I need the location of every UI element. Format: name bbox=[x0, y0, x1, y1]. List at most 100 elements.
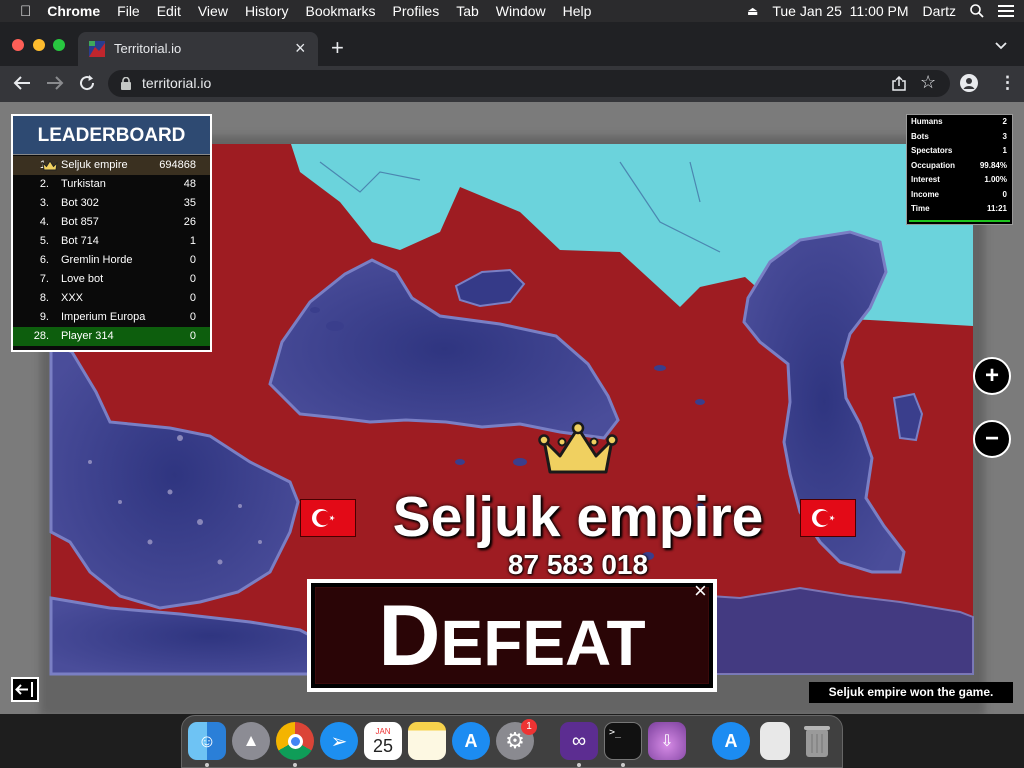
leaderboard-row[interactable]: 7. Love bot 0 bbox=[13, 270, 210, 289]
spotlight-search-icon[interactable] bbox=[970, 4, 984, 18]
app-store-icon[interactable]: A bbox=[712, 722, 750, 760]
menu-help[interactable]: Help bbox=[563, 3, 592, 19]
finder-icon[interactable]: ☺ bbox=[188, 722, 226, 760]
tab-search-chevron-icon[interactable] bbox=[995, 42, 1007, 50]
player-name: Bot 302 bbox=[61, 197, 99, 209]
player-name: Gremlin Horde bbox=[61, 254, 133, 266]
leaderboard-row[interactable]: 2. Turkistan 48 bbox=[13, 175, 210, 194]
player-score: 0 bbox=[189, 292, 196, 304]
defeat-first-letter: D bbox=[378, 588, 441, 684]
back-icon[interactable] bbox=[13, 75, 31, 91]
stat-label: Occupation bbox=[911, 160, 956, 170]
trash-can-icon bbox=[804, 726, 830, 757]
leaderboard-row[interactable]: 1. Seljuk empire 694868 bbox=[13, 156, 210, 175]
leaderboard-title: LEADERBOARD bbox=[13, 116, 210, 155]
rank: 28. bbox=[33, 330, 49, 342]
leaderboard: LEADERBOARD 1. Seljuk empire 694868 2. T… bbox=[11, 114, 212, 352]
app-store-icon[interactable]: A bbox=[452, 722, 490, 760]
calendar-day: 25 bbox=[372, 735, 394, 756]
player-name: Player 314 bbox=[61, 330, 114, 342]
running-indicator bbox=[621, 763, 625, 767]
zoom-in-button[interactable]: + bbox=[973, 357, 1011, 395]
stat-value: 0 bbox=[1002, 189, 1007, 199]
minimize-window-button[interactable] bbox=[33, 39, 45, 51]
trash-icon[interactable] bbox=[798, 722, 836, 760]
menu-profiles[interactable]: Profiles bbox=[393, 3, 440, 19]
calendar-icon[interactable]: JAN 25 bbox=[364, 722, 402, 760]
installer-icon[interactable]: ⇩ bbox=[648, 722, 686, 760]
game-page[interactable]: Seljuk empire 87 583 018 DEFEAT × LEADER… bbox=[0, 102, 1024, 714]
stat-label: Time bbox=[911, 204, 930, 213]
defeat-panel[interactable]: DEFEAT × bbox=[307, 579, 717, 692]
stat-label: Humans bbox=[911, 117, 943, 126]
control-center-icon[interactable] bbox=[998, 4, 1014, 18]
crown-small-icon bbox=[42, 160, 58, 171]
stat-label: Income bbox=[911, 189, 940, 199]
new-tab-icon[interactable]: + bbox=[331, 35, 344, 61]
menu-user[interactable]: Dartz bbox=[923, 3, 956, 19]
stat-label: Bots bbox=[911, 131, 929, 141]
tab-close-icon[interactable]: × bbox=[295, 38, 306, 59]
stat-value: 11:21 bbox=[986, 204, 1007, 213]
defeat-text: DEFEAT bbox=[311, 593, 713, 704]
player-score: 1 bbox=[189, 235, 196, 247]
menu-window[interactable]: Window bbox=[496, 3, 546, 19]
chrome-menu-icon[interactable]: ⋮ bbox=[999, 73, 1016, 93]
menu-view[interactable]: View bbox=[198, 3, 228, 19]
leaderboard-row[interactable]: 9. Imperium Europa 0 bbox=[13, 308, 210, 327]
share-icon[interactable] bbox=[892, 76, 906, 91]
rank: 8. bbox=[39, 292, 49, 304]
stat-value: 99.84% bbox=[979, 160, 1007, 170]
reload-icon[interactable] bbox=[78, 74, 96, 92]
compass-icon: ➢ bbox=[330, 730, 348, 753]
lock-icon[interactable] bbox=[121, 77, 131, 90]
player-name: Bot 714 bbox=[61, 235, 99, 247]
rank: 3. bbox=[39, 197, 49, 209]
eject-icon[interactable]: ⏏ bbox=[747, 4, 758, 18]
menu-file[interactable]: File bbox=[117, 3, 140, 19]
menu-bar:  Chrome File Edit View History Bookmark… bbox=[0, 0, 1024, 22]
address-bar[interactable]: territorial.io ☆ bbox=[108, 70, 950, 97]
leaderboard-row[interactable]: 6. Gremlin Horde 0 bbox=[13, 251, 210, 270]
close-defeat-icon[interactable]: × bbox=[694, 580, 707, 602]
leaderboard-row-player[interactable]: 28. Player 314 0 bbox=[13, 327, 210, 346]
document-icon[interactable] bbox=[760, 722, 790, 760]
menu-bookmarks[interactable]: Bookmarks bbox=[306, 3, 376, 19]
menu-datetime[interactable]: Tue Jan 25 11:00 PM bbox=[772, 3, 908, 19]
leaderboard-row[interactable]: 4. Bot 857 26 bbox=[13, 213, 210, 232]
menu-app-name[interactable]: Chrome bbox=[47, 3, 100, 19]
maximize-window-button[interactable] bbox=[53, 39, 65, 51]
exit-game-button[interactable] bbox=[11, 677, 39, 702]
bookmark-star-icon[interactable]: ☆ bbox=[920, 72, 936, 93]
url-text: territorial.io bbox=[142, 75, 212, 91]
rank: 5. bbox=[39, 235, 49, 247]
rank: 2. bbox=[39, 178, 49, 190]
visual-studio-icon[interactable]: ∞ bbox=[560, 722, 598, 760]
player-name: Bot 857 bbox=[61, 216, 99, 228]
leaderboard-row[interactable]: 8. XXX 0 bbox=[13, 289, 210, 308]
menu-history[interactable]: History bbox=[245, 3, 289, 19]
time-progress-bar bbox=[909, 220, 1010, 222]
stat-label: Spectators bbox=[911, 146, 953, 155]
safari-icon[interactable]: ➢ bbox=[320, 722, 358, 760]
menu-tab[interactable]: Tab bbox=[456, 3, 479, 19]
defeat-rest-letters: EFEAT bbox=[440, 607, 646, 679]
chrome-icon[interactable] bbox=[276, 722, 314, 760]
leaderboard-row[interactable]: 3. Bot 302 35 bbox=[13, 194, 210, 213]
stats-panel: Humans 2 Bots 3 Spectators 1 Occupation 99.8… bbox=[906, 114, 1013, 225]
stat-row: Bots 3 bbox=[907, 130, 1012, 145]
stat-row: Occupation 99.84% bbox=[907, 159, 1012, 174]
forward-icon[interactable] bbox=[46, 75, 64, 91]
leaderboard-row[interactable]: 5. Bot 714 1 bbox=[13, 232, 210, 251]
stat-value: 1.00% bbox=[984, 175, 1007, 184]
apple-icon[interactable]:  bbox=[20, 3, 31, 20]
launchpad-icon[interactable]: ▲ bbox=[232, 722, 270, 760]
zoom-out-button[interactable]: − bbox=[973, 420, 1011, 458]
close-window-button[interactable] bbox=[12, 39, 24, 51]
profile-icon[interactable] bbox=[960, 74, 978, 92]
player-score: 0 bbox=[189, 254, 196, 266]
menu-edit[interactable]: Edit bbox=[157, 3, 181, 19]
notes-icon[interactable] bbox=[408, 722, 446, 760]
tab-territorial[interactable]: Territorial.io × bbox=[78, 32, 318, 66]
terminal-icon[interactable]: >_ bbox=[604, 722, 642, 760]
